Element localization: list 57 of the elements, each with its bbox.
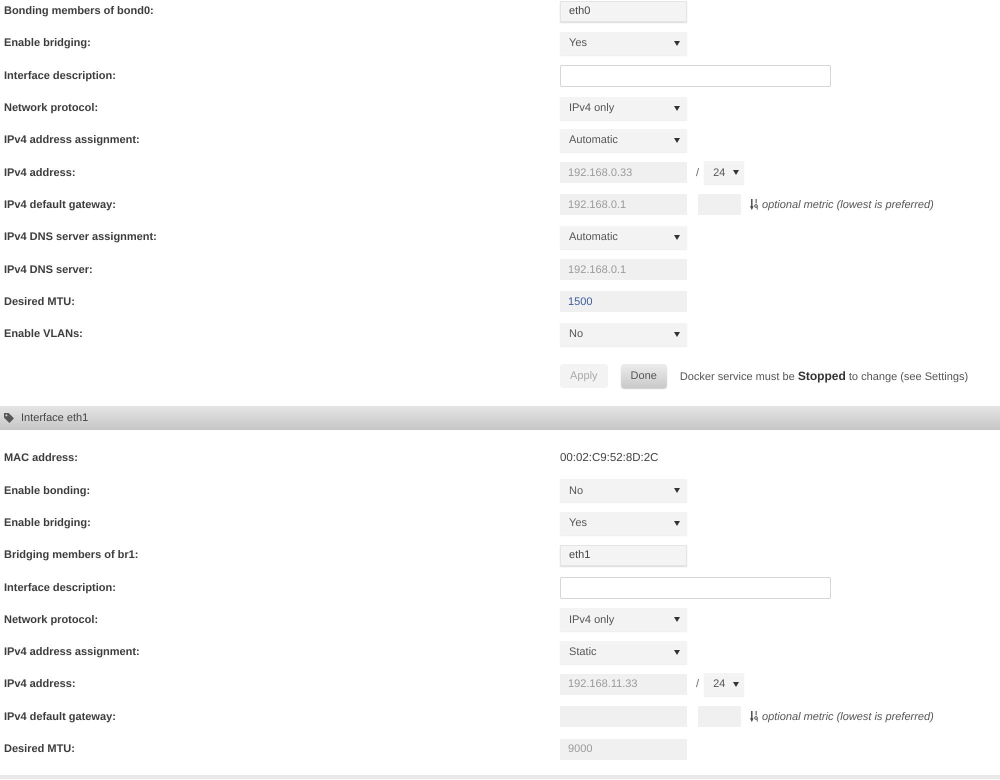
- field-label: Enable VLANs:: [4, 328, 83, 340]
- field-label: Interface description:: [4, 70, 116, 82]
- field-label: Network protocol:: [4, 102, 98, 114]
- hint-text: optional metric (lowest is preferred): [762, 198, 934, 211]
- action-button[interactable]: Done: [620, 364, 667, 388]
- caret-icon: [674, 650, 680, 655]
- field-label: IPv4 DNS server assignment:: [4, 231, 157, 244]
- text-field[interactable]: 1500: [560, 291, 687, 312]
- field-label: Enable bridging:: [4, 37, 91, 50]
- dropdown[interactable]: Yes: [560, 512, 687, 534]
- field-label: Desired MTU:: [4, 296, 75, 308]
- field-label: Enable bonding:: [4, 484, 90, 497]
- caret-icon: [674, 138, 680, 143]
- hint-text: optional metric (lowest is preferred): [762, 710, 934, 723]
- field-label: IPv4 address assignment:: [4, 646, 140, 658]
- dropdown[interactable]: Static: [560, 640, 687, 664]
- field-label: IPv4 default gateway:: [4, 710, 116, 723]
- text-field[interactable]: eth0: [560, 0, 687, 22]
- separator-text: /: [696, 678, 700, 690]
- section-title: Interface eth1: [21, 412, 88, 424]
- separator-text: /: [696, 166, 700, 179]
- dropdown[interactable]: Automatic: [560, 128, 687, 152]
- text-field[interactable]: [560, 576, 831, 599]
- note-text: Docker service must be Stopped to change (see Settings): [680, 369, 968, 384]
- caret-icon: [674, 40, 680, 46]
- dropdown[interactable]: Automatic: [560, 226, 687, 249]
- field-label: IPv4 address:: [4, 678, 76, 690]
- sort-icon: [750, 199, 758, 210]
- field-label: Bridging members of br1:: [4, 549, 138, 562]
- text-field[interactable]: eth1: [560, 544, 687, 566]
- field-label: IPv4 default gateway:: [4, 198, 116, 211]
- caret-icon: [674, 520, 680, 526]
- caret-icon: [674, 488, 680, 494]
- text-field[interactable]: [560, 64, 831, 87]
- caret-icon: [674, 106, 680, 111]
- field-label: Desired MTU:: [4, 743, 75, 756]
- field-label: IPv4 DNS server:: [4, 264, 93, 276]
- field-label: Network protocol:: [4, 614, 98, 626]
- sort-icon: [750, 711, 758, 722]
- caret-icon: [733, 170, 740, 176]
- field-label: Enable bridging:: [4, 517, 91, 529]
- dropdown[interactable]: No: [560, 479, 687, 502]
- caret-icon: [733, 682, 740, 687]
- mac-address-text: 00:02:C9:52:8D:2C: [560, 452, 658, 464]
- caret-icon: [674, 332, 680, 337]
- field-label: Interface description:: [4, 582, 116, 594]
- field-label: Bonding members of bond0:: [4, 5, 154, 18]
- field-label: IPv4 address assignment:: [4, 134, 140, 146]
- dropdown[interactable]: IPv4 only: [560, 96, 687, 120]
- caret-icon: [674, 234, 680, 240]
- dropdown[interactable]: No: [560, 322, 687, 346]
- tag-icon: [4, 413, 14, 424]
- field-label: IPv4 address:: [4, 166, 76, 179]
- dropdown[interactable]: Yes: [560, 32, 687, 55]
- dropdown[interactable]: IPv4 only: [560, 608, 687, 632]
- caret-icon: [674, 617, 680, 622]
- field-label: MAC address:: [4, 452, 78, 464]
